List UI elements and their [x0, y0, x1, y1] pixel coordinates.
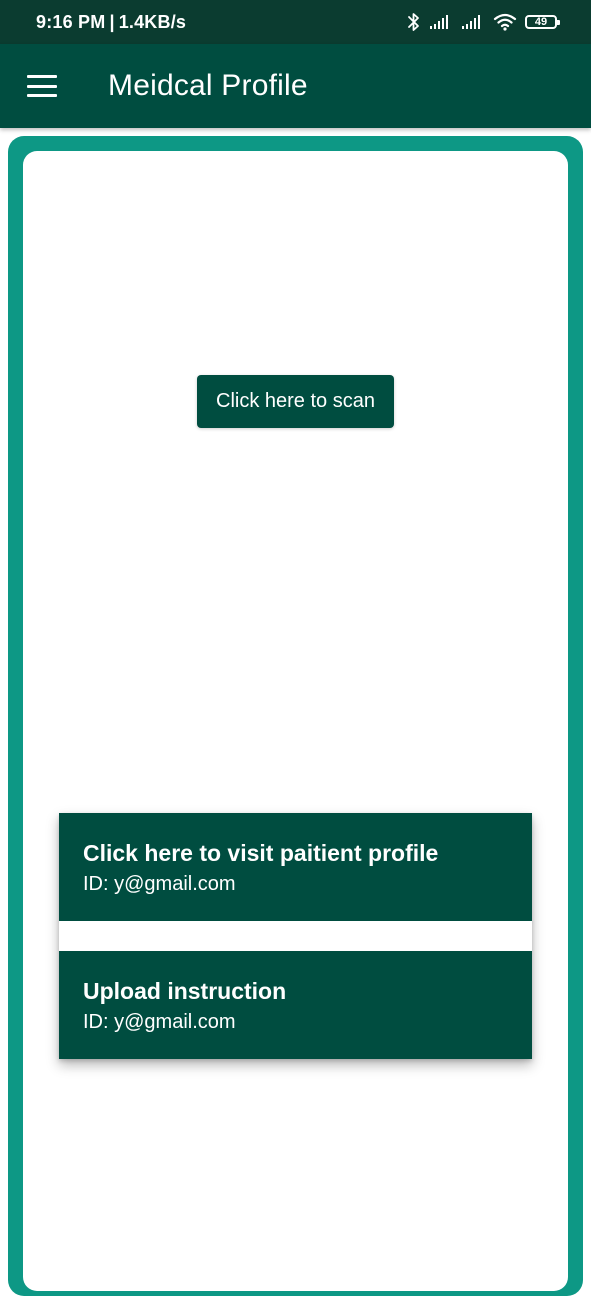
- status-icons: 49: [407, 12, 560, 32]
- signal-icon: [430, 15, 448, 29]
- menu-line: [27, 84, 57, 88]
- signal-icon: [462, 15, 480, 29]
- visit-patient-profile-card[interactable]: Click here to visit paitient profile ID:…: [59, 813, 532, 921]
- status-separator: |: [109, 11, 115, 32]
- page-title: Meidcal Profile: [108, 69, 308, 102]
- network-speed: 1.4KB/s: [118, 11, 187, 32]
- content-panel: [23, 151, 568, 1291]
- status-left: 9:16 PM | 1.4KB/s: [36, 12, 186, 33]
- wifi-icon: [493, 13, 517, 31]
- menu-line: [27, 94, 57, 97]
- scan-button[interactable]: Click here to scan: [197, 375, 394, 428]
- bluetooth-icon: [408, 13, 419, 31]
- upload-instruction-card[interactable]: Upload instruction ID: y@gmail.com: [59, 951, 532, 1059]
- card-id: ID: y@gmail.com: [83, 1011, 236, 1033]
- menu-line: [27, 75, 57, 78]
- battery-icon: 49: [525, 15, 560, 29]
- action-card-group: Click here to visit paitient profile ID:…: [59, 813, 532, 1059]
- app-bar: Meidcal Profile: [0, 44, 591, 128]
- status-bar: 9:16 PM | 1.4KB/s 49: [0, 0, 591, 44]
- status-time: 9:16 PM: [36, 11, 106, 32]
- hamburger-menu-icon[interactable]: [27, 75, 57, 97]
- card-title: Click here to visit paitient profile: [83, 840, 439, 866]
- card-id: ID: y@gmail.com: [83, 873, 236, 895]
- card-title: Upload instruction: [83, 978, 287, 1004]
- battery-level: 49: [534, 15, 548, 28]
